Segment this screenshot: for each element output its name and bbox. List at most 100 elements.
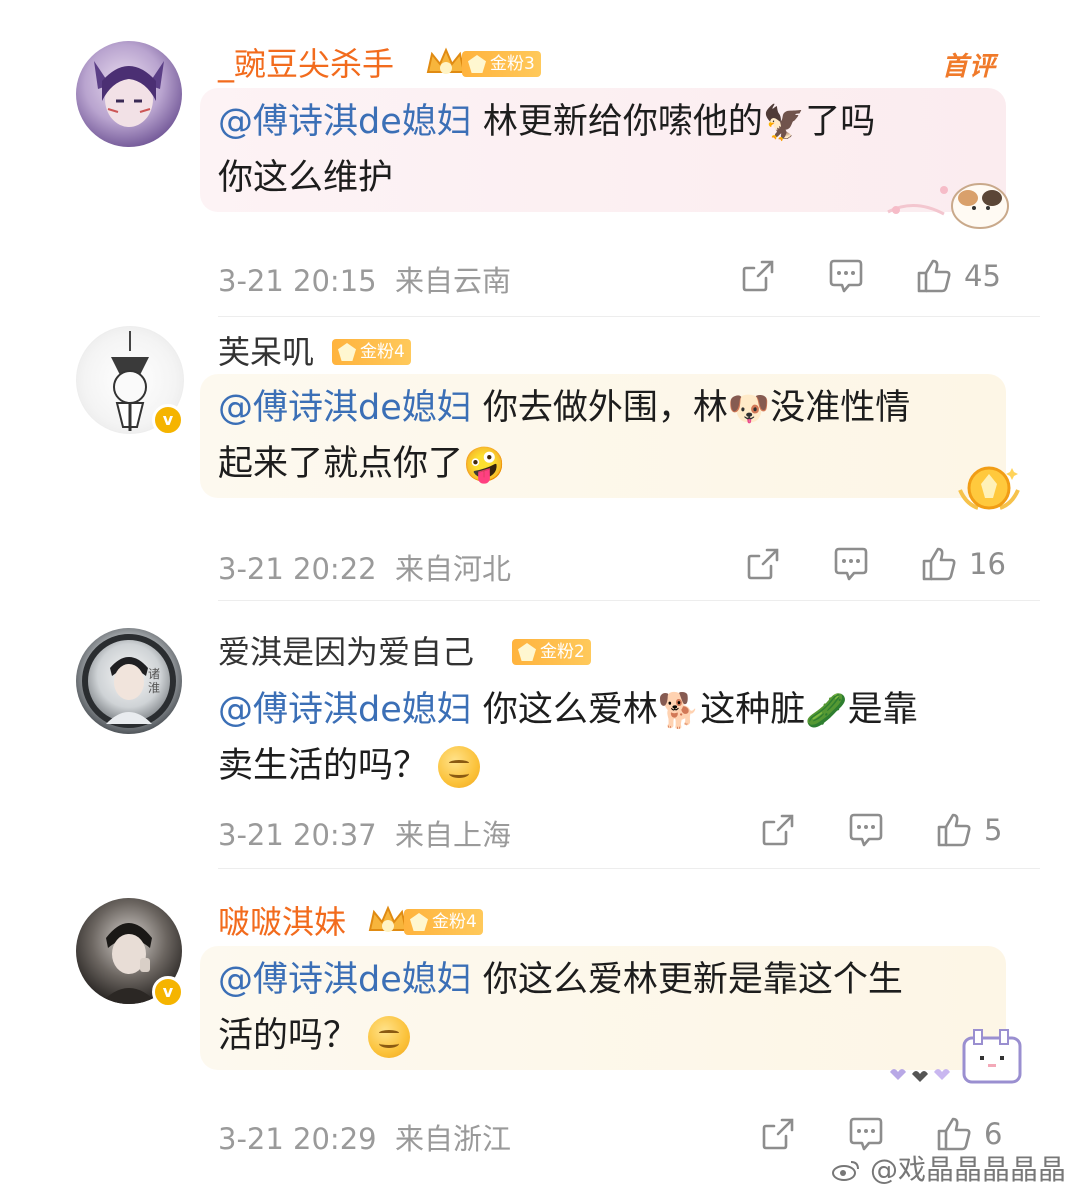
watermark-text: @戏晶晶晶晶晶 [869, 1153, 1066, 1186]
svg-text:诸: 诸 [148, 667, 160, 681]
like-button[interactable]: 16 [921, 544, 1006, 584]
share-icon [762, 814, 794, 846]
username[interactable]: _豌豆尖杀手 [218, 44, 394, 84]
fan-level-label: 金粉4 [432, 912, 477, 932]
username[interactable]: 啵啵淇妹 [218, 902, 346, 942]
svg-text:淮: 淮 [148, 681, 160, 695]
timestamp: 3-21 20:15 [218, 264, 377, 298]
eagle-emoji: 🦅 [762, 103, 806, 143]
comment-text-line2: 你这么维护 [218, 158, 394, 198]
like-count: 45 [964, 259, 1001, 293]
divider [218, 600, 1040, 601]
share-button[interactable] [740, 256, 776, 296]
text-segment: 起来了就点你了 [218, 444, 464, 484]
timestamp: 3-21 20:22 [218, 552, 377, 586]
share-button[interactable] [760, 1114, 796, 1154]
avatar-image: 诸 淮 [82, 634, 176, 728]
comment-meta: 3-21 20:29 来自浙江 [218, 1116, 511, 1158]
watermark: @戏晶晶晶晶晶 [831, 1148, 1066, 1188]
fan-level-badge[interactable]: 金粉3 [462, 51, 541, 77]
cucumber-emoji: 🥒 [805, 691, 848, 731]
comment-text-line2: 卖生活的吗？ [218, 738, 988, 794]
text-segment: 卖生活的吗？ [218, 746, 429, 786]
timestamp: 3-21 20:37 [218, 818, 377, 852]
location: 来自浙江 [395, 1122, 512, 1156]
mention-link[interactable]: @傅诗淇de媳妇 [218, 388, 472, 428]
comment-meta: 3-21 20:37 来自上海 [218, 812, 511, 854]
comment-bubble: @傅诗淇de媳妇 你去做外围，林🐶没准性情 起来了就点你了🤪 [200, 374, 1006, 498]
gem-icon [410, 913, 428, 931]
text-segment: 林更新给你嗦他的 [471, 102, 763, 142]
mention-link[interactable]: @傅诗淇de媳妇 [218, 690, 472, 730]
comment-icon [829, 259, 863, 293]
text-segment: 是靠 [847, 690, 918, 730]
fan-level-badge[interactable]: 金粉4 [404, 909, 483, 935]
weibo-logo-icon [832, 1161, 860, 1181]
like-count: 5 [984, 813, 1003, 847]
smiling-face-emoji [368, 1016, 411, 1058]
verified-icon: v [152, 404, 184, 436]
comment-actions: 5 [760, 810, 1040, 850]
comment-bubble: @傅诗淇de媳妇 你这么爱林🐕这种脏🥒是靠 卖生活的吗？ [200, 676, 1006, 800]
mention-link[interactable]: @傅诗淇de媳妇 [218, 960, 472, 1000]
like-button[interactable]: 5 [936, 810, 1002, 850]
comment-button[interactable] [848, 810, 884, 850]
mention-link[interactable]: @傅诗淇de媳妇 [218, 102, 472, 142]
share-button[interactable] [760, 810, 796, 850]
text-segment: 活的吗？ [218, 1016, 359, 1056]
fan-level-label: 金粉2 [540, 642, 585, 662]
text-segment: 你这么爱林更新是靠这个生 [471, 960, 903, 1000]
comment-button[interactable] [828, 256, 864, 296]
gem-icon [468, 55, 486, 73]
comment-button[interactable] [833, 544, 869, 584]
thumbs-up-icon [922, 547, 956, 581]
comment-text: @傅诗淇de媳妇 林更新给你嗦他的🦅了吗 [218, 94, 988, 150]
username[interactable]: 爱淇是因为爱自己 [218, 632, 474, 672]
like-count: 6 [984, 1117, 1003, 1151]
first-comment-tag: 首评 [942, 52, 997, 82]
dog-face-emoji: 🐶 [727, 389, 771, 429]
comment-text: @傅诗淇de媳妇 你去做外围，林🐶没准性情 [218, 380, 988, 436]
zany-face-emoji: 🤪 [463, 445, 506, 485]
location: 来自上海 [395, 818, 512, 852]
gold-medal-decoration [956, 460, 1022, 522]
comment-text: @傅诗淇de媳妇 你这么爱林🐕这种脏🥒是靠 [218, 682, 988, 738]
avatar[interactable] [76, 41, 182, 147]
username[interactable]: 芙呆叽 [218, 332, 314, 372]
comment-icon [849, 813, 883, 847]
hamster-bubble-decoration [884, 168, 1014, 234]
like-count: 16 [969, 547, 1006, 581]
comment-meta: 3-21 20:15 来自云南 [218, 258, 511, 300]
dog-emoji: 🐕 [657, 691, 701, 731]
verified-icon: v [152, 976, 184, 1008]
gem-icon [338, 343, 356, 361]
share-icon [747, 548, 779, 580]
smiling-face-emoji [438, 746, 481, 788]
divider [218, 316, 1040, 317]
bunny-hearts-decoration [884, 1028, 1024, 1094]
share-icon [762, 1118, 794, 1150]
comment-actions: 45 [740, 256, 1040, 296]
thumbs-up-icon [937, 813, 971, 847]
gem-icon [518, 643, 536, 661]
comment-actions: 16 [745, 544, 1045, 584]
thumbs-up-icon [917, 259, 951, 293]
comment-text: @傅诗淇de媳妇 你这么爱林更新是靠这个生 [218, 952, 988, 1008]
divider [218, 868, 1040, 869]
fan-level-badge[interactable]: 金粉4 [332, 339, 411, 365]
fan-level-label: 金粉4 [360, 342, 405, 362]
timestamp: 3-21 20:29 [218, 1122, 377, 1156]
avatar[interactable]: 诸 淮 [76, 628, 182, 734]
like-button[interactable]: 45 [916, 256, 1001, 296]
text-segment: 你去做外围，林 [471, 388, 728, 428]
avatar-image [94, 61, 164, 127]
comment-text-line2: 活的吗？ [218, 1008, 988, 1064]
comment-meta: 3-21 20:22 来自河北 [218, 546, 511, 588]
location: 来自河北 [395, 552, 512, 586]
share-button[interactable] [745, 544, 781, 584]
text-segment: 没准性情 [770, 388, 911, 428]
text-segment: 你这么爱林 [471, 690, 658, 730]
comment-icon [834, 547, 868, 581]
text-segment: 了吗 [805, 102, 876, 142]
fan-level-badge[interactable]: 金粉2 [512, 639, 591, 665]
